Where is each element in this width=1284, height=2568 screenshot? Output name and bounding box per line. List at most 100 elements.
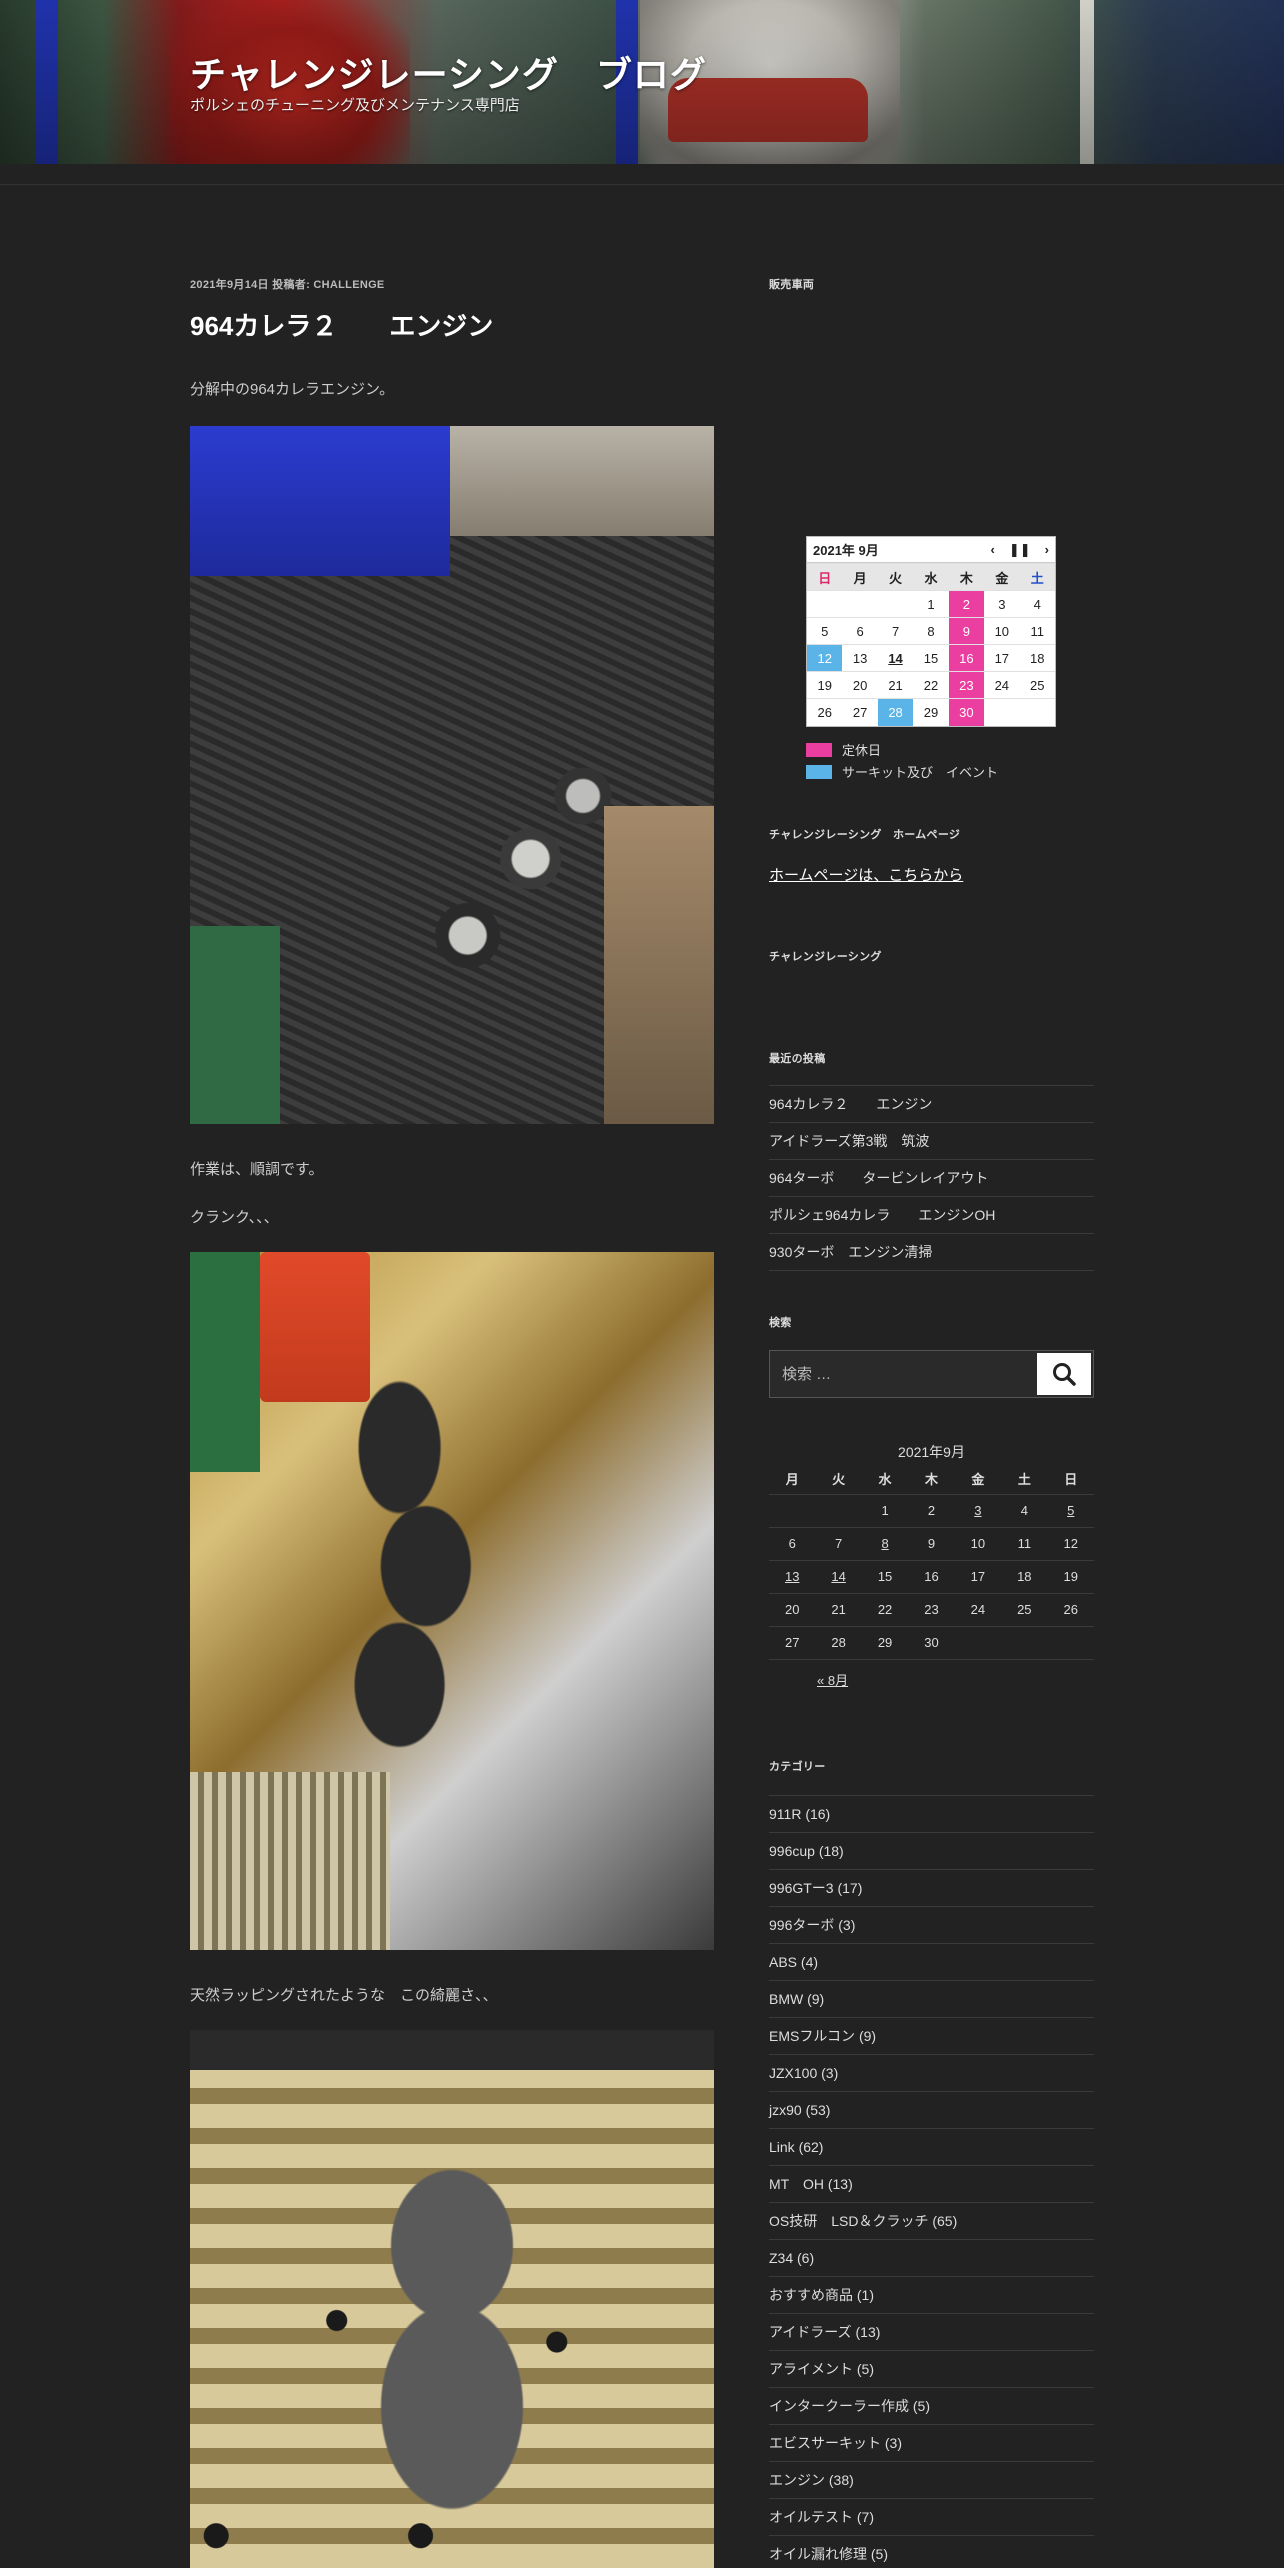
search-button[interactable] [1037,1353,1091,1395]
post-date-link[interactable]: 2021年9月14日 [190,279,269,291]
calendar-day: 26 [807,698,843,726]
category-link[interactable]: 996ターボ (3) [769,1915,855,1935]
pause-icon[interactable]: ❚❚ [1009,542,1031,558]
category-item[interactable]: OS技研 LSD＆クラッチ (65) [769,2203,1094,2240]
category-item[interactable]: JZX100 (3) [769,2055,1094,2092]
category-link[interactable]: オイルテスト (7) [769,2507,874,2527]
category-link[interactable]: jzx90 (53) [769,2102,830,2118]
calendar-day [877,590,914,618]
category-link[interactable]: オイル漏れ修理 (5) [769,2544,888,2564]
category-item[interactable]: 996ターボ (3) [769,1907,1094,1944]
archive-day[interactable]: 5 [1047,1494,1094,1528]
archive-day: 27 [769,1626,816,1660]
weekday-header: 日 [1047,1464,1094,1495]
category-item[interactable]: 996cup (18) [769,1833,1094,1870]
category-link[interactable]: 996GTー3 (17) [769,1878,862,1898]
calendar-day: 23 [948,671,985,699]
recent-post-item[interactable]: 964ターボ タービンレイアウト [769,1160,1094,1197]
category-item[interactable]: おすすめ商品 (1) [769,2277,1094,2314]
calendar-day: 18 [1019,644,1055,672]
archive-day-link[interactable]: 5 [1067,1503,1074,1518]
search-input[interactable] [770,1351,1035,1397]
recent-post-link[interactable]: ポルシェ964カレラ エンジンOH [769,1205,995,1225]
weekday-header: 火 [815,1464,862,1495]
category-item[interactable]: アライメント (5) [769,2351,1094,2388]
category-item[interactable]: インタークーラー作成 (5) [769,2388,1094,2425]
archive-day[interactable]: 3 [954,1494,1002,1528]
category-link[interactable]: エンジン (38) [769,2470,854,2490]
chevron-left-icon[interactable]: ‹ [991,542,995,558]
archive-calendar-prev-link[interactable]: « 8月 [817,1670,848,1689]
category-item[interactable]: Link (62) [769,2129,1094,2166]
chevron-right-icon[interactable]: › [1045,542,1049,558]
archive-day[interactable]: 14 [815,1560,862,1594]
archive-day: 26 [1047,1593,1094,1627]
post-paragraph: クランク、、、 [190,1209,279,1226]
recent-post-item[interactable]: 930ターボ エンジン清掃 [769,1234,1094,1271]
recent-post-item[interactable]: ポルシェ964カレラ エンジンOH [769,1197,1094,1234]
post-photo-crankcase[interactable] [190,2030,714,2568]
recent-post-link[interactable]: 930ターボ エンジン清掃 [769,1242,932,1262]
recent-post-link[interactable]: アイドラーズ第3戦 筑波 [769,1131,929,1151]
category-item[interactable]: BMW (9) [769,1981,1094,2018]
recent-post-link[interactable]: 964カレラ２ エンジン [769,1094,932,1114]
archive-day: 15 [861,1560,909,1594]
site-title[interactable]: チャレンジレーシング ブログ [190,46,707,98]
archive-day [815,1494,862,1528]
archive-day-link[interactable]: 13 [785,1569,799,1584]
category-item[interactable]: ABS (4) [769,1944,1094,1981]
calendar-day: 14 [877,644,914,672]
recent-posts-list: 964カレラ２ エンジン アイドラーズ第3戦 筑波 964ターボ タービンレイア… [769,1085,1094,1271]
category-link[interactable]: 996cup (18) [769,1843,844,1859]
category-item[interactable]: エンジン (38) [769,2462,1094,2499]
category-item[interactable]: アイドラーズ (13) [769,2314,1094,2351]
archive-day[interactable]: 8 [861,1527,909,1561]
category-link[interactable]: 911R (16) [769,1806,830,1822]
category-link[interactable]: EMSフルコン (9) [769,2026,876,2046]
post-paragraph: 分解中の964カレラエンジン。 [190,381,395,398]
archive-day [954,1626,1002,1660]
recent-post-link[interactable]: 964ターボ タービンレイアウト [769,1168,988,1188]
category-link[interactable]: Link (62) [769,2139,823,2155]
category-link[interactable]: OS技研 LSD＆クラッチ (65) [769,2211,957,2231]
search-icon [1053,1363,1076,1386]
post-photo-crankshaft[interactable] [190,1252,714,1950]
category-link[interactable]: アイドラーズ (13) [769,2322,880,2342]
business-calendar-widget: 2021年 9月 ‹ ❚❚ › 日月火水木金土 1 2 3 4 5 6 7 8 9 10 11 12 13… [806,536,1056,783]
archive-day: 9 [908,1527,955,1561]
category-item[interactable]: MT OH (13) [769,2166,1094,2203]
archive-day-link[interactable]: 14 [831,1569,845,1584]
category-item[interactable]: jzx90 (53) [769,2092,1094,2129]
category-link[interactable]: アライメント (5) [769,2359,874,2379]
category-link[interactable]: インタークーラー作成 (5) [769,2396,930,2416]
recent-post-item[interactable]: 964カレラ２ エンジン [769,1086,1094,1123]
category-link[interactable]: Z34 (6) [769,2250,814,2266]
category-link[interactable]: MT OH (13) [769,2174,853,2194]
category-link[interactable]: おすすめ商品 (1) [769,2285,874,2305]
post-author-link[interactable]: challenge [313,279,384,291]
calendar-day: 22 [913,671,949,699]
category-link[interactable]: エビスサーキット (3) [769,2433,902,2453]
archive-day-link[interactable]: 3 [974,1503,981,1518]
post-photo-engine-top[interactable] [190,426,714,1124]
category-item[interactable]: 996GTー3 (17) [769,1870,1094,1907]
recent-post-item[interactable]: アイドラーズ第3戦 筑波 [769,1123,1094,1160]
calendar-day: 25 [1019,671,1055,699]
homepage-link[interactable]: ホームページは、こちらから [769,864,1094,885]
weekday-header: 土 [1001,1464,1048,1495]
category-link[interactable]: JZX100 (3) [769,2065,838,2081]
archive-day: 19 [1047,1560,1094,1594]
category-item[interactable]: EMSフルコン (9) [769,2018,1094,2055]
weekday-header: 金 [954,1464,1002,1495]
category-item[interactable]: 911R (16) [769,1796,1094,1833]
category-item[interactable]: オイル漏れ修理 (5) [769,2536,1094,2568]
archive-day[interactable]: 13 [769,1560,816,1594]
category-item[interactable]: エビスサーキット (3) [769,2425,1094,2462]
post-meta: 2021年9月14日 投稿者: challenge [190,276,714,292]
category-link[interactable]: BMW (9) [769,1991,824,2007]
category-item[interactable]: Z34 (6) [769,2240,1094,2277]
weekday-header: 火 [877,563,914,591]
category-link[interactable]: ABS (4) [769,1954,818,1970]
category-item[interactable]: オイルテスト (7) [769,2499,1094,2536]
archive-day-link[interactable]: 8 [881,1536,888,1551]
